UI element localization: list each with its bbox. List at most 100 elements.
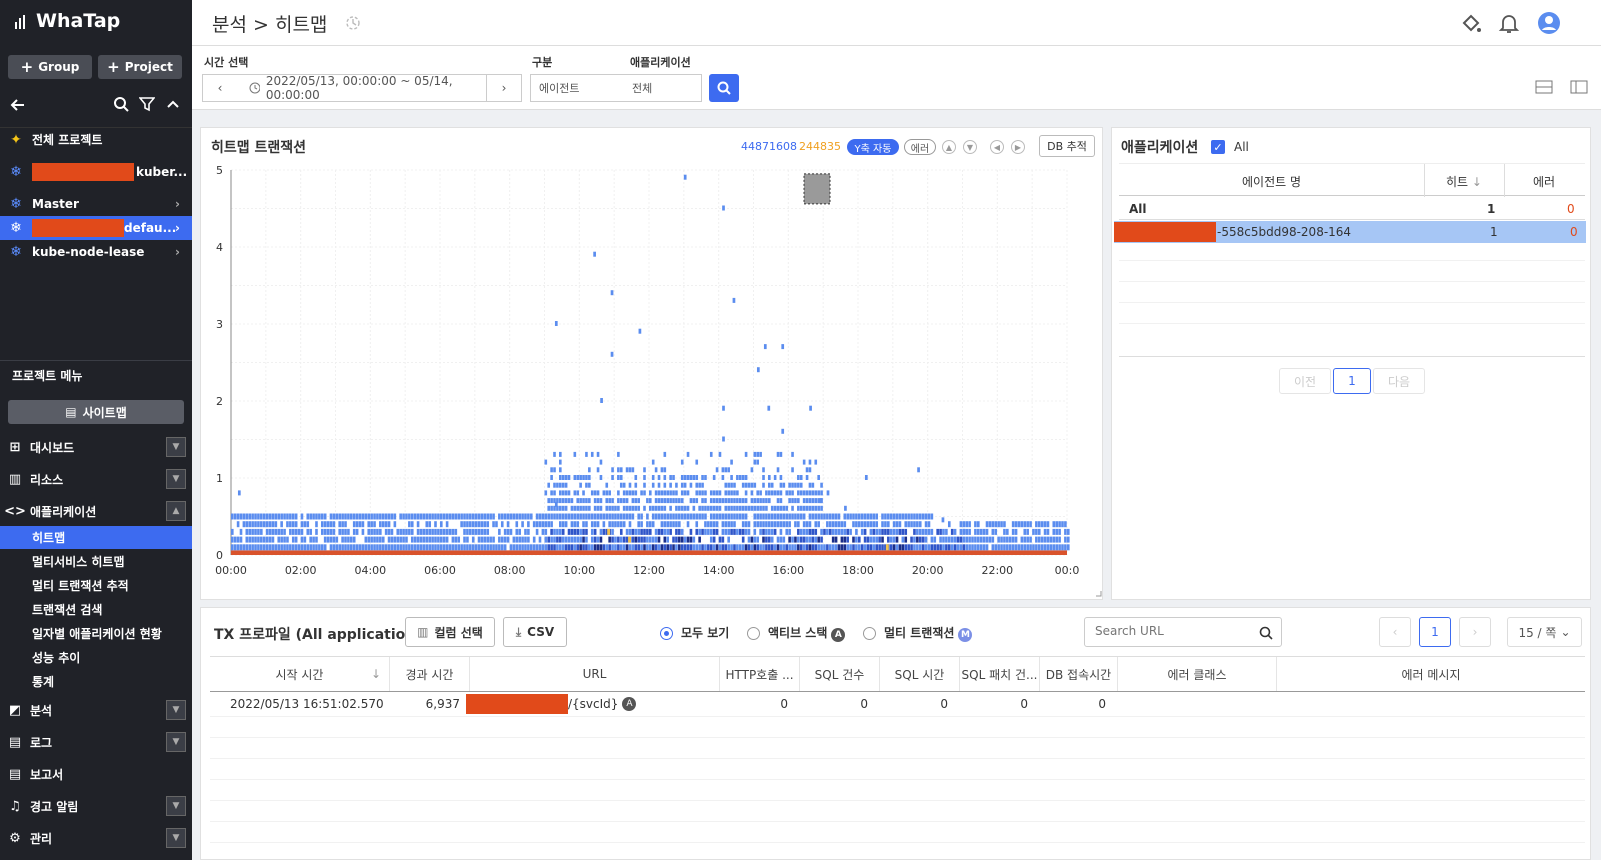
cell-start-time[interactable]: 2022/05/13 16:51:02.570	[230, 693, 390, 715]
submenu-multi-tx-trace[interactable]: 멀티 트랜잭션 추적	[0, 574, 192, 597]
heat-cell	[738, 513, 742, 520]
y-auto-chip[interactable]: Y축 자동	[847, 139, 899, 155]
project-kube-node-lease[interactable]: ❄ kube-node-lease ›	[0, 240, 192, 264]
db-trace-button[interactable]: DB 추적	[1039, 135, 1095, 157]
agent-row-all[interactable]: All 1 0	[1119, 198, 1585, 220]
col-sql-fetch[interactable]: SQL 패치 건...	[960, 657, 1040, 691]
menu-resource[interactable]: ▥ 리소스 ▼	[0, 466, 192, 492]
errors-header[interactable]: 에러	[1504, 173, 1584, 190]
submenu-daily-app-status[interactable]: 일자별 애플리케이션 현황	[0, 622, 192, 645]
heat-cell	[617, 451, 620, 457]
col-http[interactable]: HTTP호출 ...	[720, 657, 800, 691]
back-arrow-icon[interactable]	[10, 97, 26, 113]
search-icon[interactable]	[113, 96, 129, 112]
heat-cell	[683, 536, 687, 543]
submenu-heatmap[interactable]: 히트맵	[0, 526, 192, 549]
search-url-field[interactable]	[1084, 617, 1282, 647]
heat-cell	[631, 498, 635, 504]
history-icon[interactable]	[345, 15, 361, 31]
page-size-select[interactable]: 15 / 쪽 ⌄	[1507, 617, 1582, 647]
chevron-up-icon[interactable]: ▲	[166, 501, 186, 521]
chevron-down-icon[interactable]: ▼	[963, 140, 977, 154]
radio-all[interactable]: 모두 보기	[660, 624, 729, 641]
menu-report[interactable]: ▤ 보고서	[0, 761, 192, 787]
radio-multi-tx[interactable]: 멀티 트랜잭션 M	[863, 624, 973, 642]
menu-application[interactable]: <> 애플리케이션 ▲	[0, 498, 192, 524]
chevron-up-icon[interactable]: ▲	[942, 140, 956, 154]
menu-manage[interactable]: ⚙ 관리 ▼	[0, 825, 192, 851]
page-1-button[interactable]: 1	[1333, 368, 1371, 394]
type-select[interactable]: 에이전트	[530, 74, 625, 102]
whatap-logo[interactable]: WhaTap	[14, 10, 120, 32]
project-all[interactable]: ✦ 전체 프로젝트	[0, 127, 192, 151]
error-chip[interactable]: 에러	[904, 139, 936, 155]
project-master[interactable]: ❄ Master ›	[0, 192, 192, 216]
all-checkbox[interactable]: ✓	[1211, 140, 1225, 154]
col-elapsed[interactable]: 경과 시간	[390, 657, 470, 691]
heatmap-chart[interactable]: 54321000:00 02:00 04:00 06:00 08:00 10:00 12:0…	[201, 162, 1104, 599]
col-sql-count[interactable]: SQL 건수	[800, 657, 880, 691]
sitemap-button[interactable]: ▤ 사이트맵	[8, 400, 184, 424]
col-error-class[interactable]: 에러 클래스	[1118, 657, 1277, 691]
chevron-down-icon[interactable]: ▼	[166, 700, 186, 720]
col-error-message[interactable]: 에러 메시지	[1277, 657, 1585, 691]
chevron-left-icon[interactable]: ◀	[990, 140, 1004, 154]
project-kuber[interactable]: ❄ kuber...	[0, 160, 192, 184]
col-sql-time[interactable]: SQL 시간	[880, 657, 960, 691]
paint-bucket-icon[interactable]	[1460, 13, 1482, 35]
prev-page-button[interactable]: ‹	[1379, 617, 1411, 647]
next-time-button[interactable]: ›	[486, 74, 522, 102]
heat-cell	[988, 521, 992, 528]
search-icon[interactable]	[1259, 626, 1273, 640]
user-avatar-icon[interactable]	[1537, 11, 1561, 35]
chevron-down-icon[interactable]: ▼	[166, 732, 186, 752]
agent-row-selected[interactable]: -558c5bdd98-208-164 1 0	[1114, 221, 1586, 243]
heat-cell	[617, 467, 620, 473]
radio-active-stack[interactable]: 액티브 스택 A	[747, 624, 846, 642]
submenu-multiservice-heatmap[interactable]: 멀티서비스 히트맵	[0, 550, 192, 573]
chevron-right-icon[interactable]: ▶	[1011, 140, 1025, 154]
app-select[interactable]: 전체	[624, 74, 702, 102]
csv-button[interactable]: ⤓ CSV	[503, 617, 567, 647]
next-page-button[interactable]: 다음	[1373, 368, 1425, 394]
add-group-button[interactable]: + Group	[8, 55, 92, 79]
time-range-field[interactable]: 2022/05/13, 00:00:00 ~ 05/14, 00:00:00	[237, 74, 487, 102]
chevron-up-icon[interactable]	[167, 98, 179, 110]
chevron-down-icon[interactable]: ▼	[166, 469, 186, 489]
heat-cell	[782, 521, 786, 528]
heat-cell	[474, 544, 478, 551]
page-1-button[interactable]: 1	[1419, 617, 1451, 647]
filter-icon[interactable]	[139, 96, 155, 112]
prev-page-button[interactable]: 이전	[1279, 368, 1331, 394]
prev-time-button[interactable]: ‹	[202, 74, 238, 102]
heat-cell	[637, 528, 640, 535]
menu-alert[interactable]: ♫ 경고 알림 ▼	[0, 793, 192, 819]
search-button[interactable]	[709, 74, 739, 102]
add-project-button[interactable]: + Project	[98, 55, 182, 79]
layout-rows-icon[interactable]	[1535, 80, 1553, 94]
column-select-button[interactable]: ▥ 컬럼 선택	[405, 617, 495, 647]
menu-analysis[interactable]: ◩ 분석 ▼	[0, 697, 192, 723]
chevron-down-icon[interactable]: ▼	[166, 437, 186, 457]
menu-log[interactable]: ▤ 로그 ▼	[0, 729, 192, 755]
heat-cell	[477, 513, 481, 520]
col-db-conn[interactable]: DB 접속시간	[1040, 657, 1118, 691]
heat-cell	[657, 536, 661, 543]
search-url-input[interactable]	[1095, 624, 1255, 638]
menu-dashboard[interactable]: ⊞ 대시보드 ▼	[0, 434, 192, 460]
hits-header[interactable]: 히트 ↓	[1424, 173, 1504, 190]
bell-icon[interactable]	[1498, 12, 1520, 34]
chevron-down-icon[interactable]: ▼	[166, 796, 186, 816]
next-page-button[interactable]: ›	[1459, 617, 1491, 647]
cell-url[interactable]: /{svcId} A	[466, 693, 716, 715]
agent-name-header[interactable]: 에이전트 명	[1119, 173, 1424, 190]
chevron-down-icon[interactable]: ▼	[166, 828, 186, 848]
heat-cell	[1006, 536, 1009, 543]
col-url[interactable]: URL	[470, 657, 720, 691]
project-default[interactable]: ❄ defau... ›	[0, 216, 192, 240]
submenu-performance-trend[interactable]: 성능 추이	[0, 646, 192, 669]
submenu-tx-search[interactable]: 트랜잭션 검색	[0, 598, 192, 621]
layout-cols-icon[interactable]	[1570, 80, 1588, 94]
submenu-statistics[interactable]: 통계	[0, 670, 192, 693]
col-start-time[interactable]: 시작 시간 ↓	[210, 657, 390, 691]
